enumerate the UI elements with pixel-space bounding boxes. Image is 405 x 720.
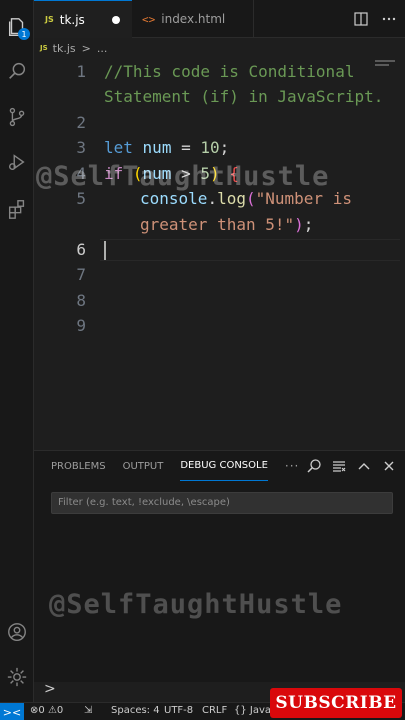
panel-tabs: PROBLEMS OUTPUT DEBUG CONSOLE ···: [34, 451, 299, 481]
more-tabs-icon[interactable]: ···: [285, 451, 299, 481]
warning-count: 0: [56, 705, 64, 716]
number-literal: 10: [200, 138, 220, 157]
current-line-highlight: [100, 239, 400, 261]
search-icon[interactable]: [306, 458, 322, 474]
tab-label: tk.js: [59, 12, 85, 27]
eol-status[interactable]: CRLF: [202, 705, 227, 716]
breadcrumb-file[interactable]: tk.js: [53, 42, 76, 55]
tab-label: index.html: [161, 12, 226, 26]
tab-index-html[interactable]: <> index.html: [132, 0, 254, 38]
filter-input[interactable]: Filter (e.g. text, !exclude, \escape): [51, 492, 393, 514]
breadcrumb: JS tk.js > ...: [40, 38, 107, 58]
tab-bar: JS tk.js <> index.html: [34, 0, 405, 38]
panel-actions: [306, 458, 397, 474]
line-number: 3: [76, 138, 86, 157]
explorer-badge: 1: [18, 28, 30, 40]
account-icon[interactable]: [4, 619, 30, 645]
semicolon: ;: [219, 138, 230, 157]
paren-close: ): [294, 215, 304, 234]
tab-debug-console[interactable]: DEBUG CONSOLE: [180, 451, 268, 481]
bottom-panel: PROBLEMS OUTPUT DEBUG CONSOLE ··· Filter…: [34, 450, 405, 697]
tab-output[interactable]: OUTPUT: [123, 451, 164, 481]
encoding-status[interactable]: UTF-8: [164, 705, 193, 716]
line-number: 8: [76, 291, 86, 310]
string-literal: greater than 5!": [140, 215, 295, 234]
minimap[interactable]: [375, 60, 397, 74]
extensions-icon[interactable]: [4, 196, 30, 222]
activity-bar: 1: [0, 0, 34, 702]
line-number: 7: [76, 265, 86, 284]
text-cursor: [104, 241, 106, 260]
maximize-panel-icon[interactable]: [356, 458, 372, 474]
code-comment-line: //This code is Conditional: [104, 62, 355, 81]
language-mode-status[interactable]: {} Java: [234, 705, 271, 716]
source-control-icon[interactable]: [4, 104, 30, 130]
javascript-file-icon: JS: [45, 15, 54, 24]
close-panel-icon[interactable]: [381, 458, 397, 474]
javascript-file-icon: JS: [40, 44, 48, 52]
watermark: @SelfTaughtHustle: [36, 161, 330, 192]
tab-problems[interactable]: PROBLEMS: [51, 451, 106, 481]
operator: =: [171, 138, 201, 157]
breadcrumb-separator: >: [81, 41, 91, 55]
console-prompt-chevron[interactable]: >: [44, 681, 56, 697]
more-actions-icon[interactable]: [381, 11, 397, 27]
variable-num: num: [142, 138, 172, 157]
error-count: 0: [38, 705, 45, 716]
line-number: 1: [76, 62, 86, 81]
line-number: 2: [76, 113, 86, 132]
settings-gear-icon[interactable]: [4, 664, 30, 690]
code-comment-line: Statement (if) in JavaScript.: [104, 87, 384, 106]
code-line-5-wrap: greater than 5!");: [140, 215, 313, 234]
problems-status[interactable]: ⊗0 ⚠0: [30, 705, 63, 716]
html-file-icon: <>: [142, 12, 156, 26]
breadcrumb-rest[interactable]: ...: [97, 42, 108, 55]
line-number-active: 6: [76, 240, 86, 259]
code-editor[interactable]: 1 2 3 4 5 6 7 8 9 //This code is Conditi…: [34, 58, 405, 450]
port-icon[interactable]: ⇲: [84, 705, 92, 716]
files-icon[interactable]: 1: [4, 14, 30, 40]
indentation-status[interactable]: Spaces: 4: [111, 705, 160, 716]
semicolon: ;: [303, 215, 314, 234]
remote-indicator-icon[interactable]: ><: [0, 703, 24, 720]
watermark: @SelfTaughtHustle: [49, 589, 343, 620]
subscribe-button[interactable]: SUBSCRIBE: [270, 688, 402, 718]
editor-actions: [353, 11, 397, 27]
unsaved-dot-icon[interactable]: [112, 15, 120, 24]
split-editor-icon[interactable]: [353, 11, 369, 27]
warning-icon: ⚠: [47, 705, 57, 716]
code-line-3: let num = 10;: [104, 138, 229, 157]
clear-console-icon[interactable]: [331, 458, 347, 474]
keyword-let: let: [104, 138, 133, 157]
line-number: 9: [76, 316, 86, 335]
tab-tk-js[interactable]: JS tk.js: [34, 0, 132, 38]
search-icon[interactable]: [4, 58, 30, 84]
run-debug-icon[interactable]: [4, 149, 30, 175]
